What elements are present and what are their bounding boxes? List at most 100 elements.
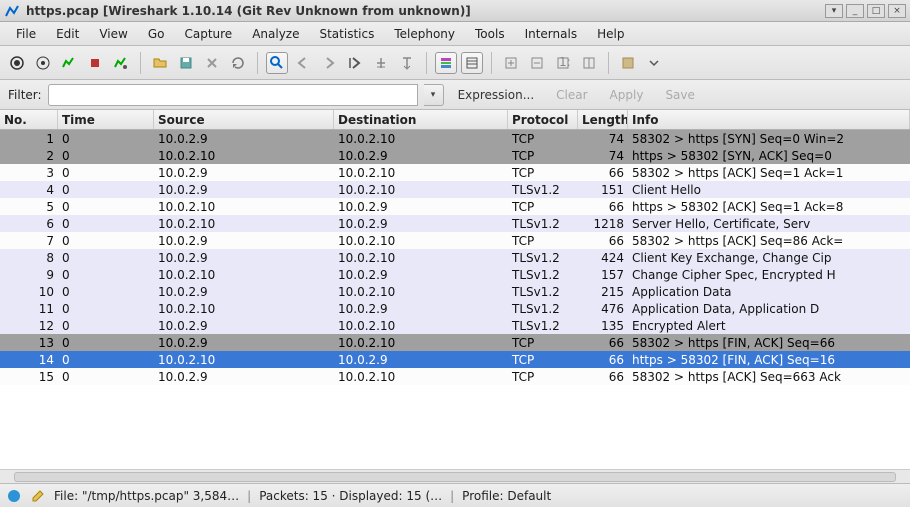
- minimize-button[interactable]: _: [846, 4, 864, 18]
- resize-cols-icon[interactable]: [578, 52, 600, 74]
- table-row[interactable]: 9010.0.2.1010.0.2.9TLSv1.2157Change Ciph…: [0, 266, 910, 283]
- table-row[interactable]: 8010.0.2.910.0.2.10TLSv1.2424Client Key …: [0, 249, 910, 266]
- table-row[interactable]: 4010.0.2.910.0.2.10TLSv1.2151Client Hell…: [0, 181, 910, 198]
- cell: TLSv1.2: [508, 302, 578, 316]
- expert-info-icon[interactable]: [6, 488, 22, 504]
- packet-list[interactable]: 1010.0.2.910.0.2.10TCP7458302 > https [S…: [0, 130, 910, 409]
- toolbar: 1:1: [0, 46, 910, 80]
- cell: 4: [0, 183, 58, 197]
- find-icon[interactable]: [266, 52, 288, 74]
- autoscroll-icon[interactable]: [461, 52, 483, 74]
- clear-filter-button[interactable]: Clear: [548, 88, 595, 102]
- col-header-no[interactable]: No.: [0, 110, 58, 129]
- go-last-icon[interactable]: [396, 52, 418, 74]
- table-row[interactable]: 14010.0.2.1010.0.2.9TCP66https > 58302 […: [0, 351, 910, 368]
- capture-filters-icon[interactable]: [617, 52, 639, 74]
- table-row[interactable]: 7010.0.2.910.0.2.10TCP6658302 > https [A…: [0, 232, 910, 249]
- col-header-length[interactable]: Length: [578, 110, 628, 129]
- save-icon[interactable]: [175, 52, 197, 74]
- cell: 10.0.2.9: [334, 268, 508, 282]
- start-capture-icon[interactable]: [58, 52, 80, 74]
- cell: TLSv1.2: [508, 268, 578, 282]
- expand-icon[interactable]: ▾: [825, 4, 843, 18]
- menu-telephony[interactable]: Telephony: [384, 25, 465, 43]
- cell: 0: [58, 302, 154, 316]
- menu-statistics[interactable]: Statistics: [309, 25, 384, 43]
- cell: 74: [578, 132, 628, 146]
- expression-button[interactable]: Expression...: [450, 88, 543, 102]
- table-row[interactable]: 12010.0.2.910.0.2.10TLSv1.2135Encrypted …: [0, 317, 910, 334]
- zoom-out-icon[interactable]: [526, 52, 548, 74]
- horizontal-scrollbar[interactable]: [0, 469, 910, 483]
- window-title: https.pcap [Wireshark 1.10.14 (Git Rev U…: [26, 4, 471, 18]
- go-forward-icon[interactable]: [318, 52, 340, 74]
- cell: 10: [0, 285, 58, 299]
- cell: 0: [58, 370, 154, 384]
- cell: 10.0.2.9: [334, 200, 508, 214]
- table-row[interactable]: 3010.0.2.910.0.2.10TCP6658302 > https [A…: [0, 164, 910, 181]
- zoom-in-icon[interactable]: [500, 52, 522, 74]
- zoom-11-icon[interactable]: 1:1: [552, 52, 574, 74]
- status-packets: Packets: 15 · Displayed: 15 (…: [259, 489, 442, 503]
- stop-capture-icon[interactable]: [84, 52, 106, 74]
- reload-icon[interactable]: [227, 52, 249, 74]
- table-row[interactable]: 1010.0.2.910.0.2.10TCP7458302 > https [S…: [0, 130, 910, 147]
- cell: 10.0.2.9: [334, 149, 508, 163]
- col-header-info[interactable]: Info: [628, 110, 910, 129]
- col-header-protocol[interactable]: Protocol: [508, 110, 578, 129]
- menu-go[interactable]: Go: [138, 25, 175, 43]
- cell: 74: [578, 149, 628, 163]
- table-row[interactable]: 5010.0.2.1010.0.2.9TCP66https > 58302 [A…: [0, 198, 910, 215]
- menu-view[interactable]: View: [89, 25, 137, 43]
- table-row[interactable]: 6010.0.2.1010.0.2.9TLSv1.21218Server Hel…: [0, 215, 910, 232]
- table-row[interactable]: 2010.0.2.1010.0.2.9TCP74https > 58302 [S…: [0, 147, 910, 164]
- filter-input[interactable]: [48, 84, 418, 106]
- options-icon[interactable]: [32, 52, 54, 74]
- apply-filter-button[interactable]: Apply: [602, 88, 652, 102]
- go-first-icon[interactable]: [370, 52, 392, 74]
- open-icon[interactable]: [149, 52, 171, 74]
- menu-capture[interactable]: Capture: [174, 25, 242, 43]
- go-back-icon[interactable]: [292, 52, 314, 74]
- table-row[interactable]: 10010.0.2.910.0.2.10TLSv1.2215Applicatio…: [0, 283, 910, 300]
- go-packet-icon[interactable]: [344, 52, 366, 74]
- table-row[interactable]: 13010.0.2.910.0.2.10TCP6658302 > https […: [0, 334, 910, 351]
- cell: 10.0.2.9: [154, 166, 334, 180]
- menu-help[interactable]: Help: [587, 25, 634, 43]
- cell: 10.0.2.9: [334, 217, 508, 231]
- menu-tools[interactable]: Tools: [465, 25, 515, 43]
- cell: TCP: [508, 336, 578, 350]
- interfaces-icon[interactable]: [6, 52, 28, 74]
- close-button[interactable]: ×: [888, 4, 906, 18]
- cell: 0: [58, 132, 154, 146]
- cell: 10.0.2.10: [334, 183, 508, 197]
- cell: Encrypted Alert: [628, 319, 910, 333]
- cell: 0: [58, 353, 154, 367]
- close-file-icon[interactable]: [201, 52, 223, 74]
- save-filter-button[interactable]: Save: [657, 88, 702, 102]
- cell: 15: [0, 370, 58, 384]
- maximize-button[interactable]: □: [867, 4, 885, 18]
- cell: 10.0.2.10: [334, 234, 508, 248]
- edit-capture-comment-icon[interactable]: [30, 488, 46, 504]
- filter-dropdown-icon[interactable]: ▾: [424, 84, 444, 106]
- menu-internals[interactable]: Internals: [515, 25, 588, 43]
- cell: 0: [58, 319, 154, 333]
- menu-analyze[interactable]: Analyze: [242, 25, 309, 43]
- cell: 476: [578, 302, 628, 316]
- col-header-destination[interactable]: Destination: [334, 110, 508, 129]
- cell: Client Key Exchange, Change Cip: [628, 251, 910, 265]
- more-icon[interactable]: [643, 52, 665, 74]
- cell: 135: [578, 319, 628, 333]
- menu-file[interactable]: File: [6, 25, 46, 43]
- cell: 58302 > https [ACK] Seq=1 Ack=1: [628, 166, 910, 180]
- cell: 58302 > https [SYN] Seq=0 Win=2: [628, 132, 910, 146]
- colorize-icon[interactable]: [435, 52, 457, 74]
- table-row[interactable]: 15010.0.2.910.0.2.10TCP6658302 > https […: [0, 368, 910, 385]
- cell: TLSv1.2: [508, 285, 578, 299]
- col-header-source[interactable]: Source: [154, 110, 334, 129]
- col-header-time[interactable]: Time: [58, 110, 154, 129]
- table-row[interactable]: 11010.0.2.1010.0.2.9TLSv1.2476Applicatio…: [0, 300, 910, 317]
- restart-capture-icon[interactable]: [110, 52, 132, 74]
- menu-edit[interactable]: Edit: [46, 25, 89, 43]
